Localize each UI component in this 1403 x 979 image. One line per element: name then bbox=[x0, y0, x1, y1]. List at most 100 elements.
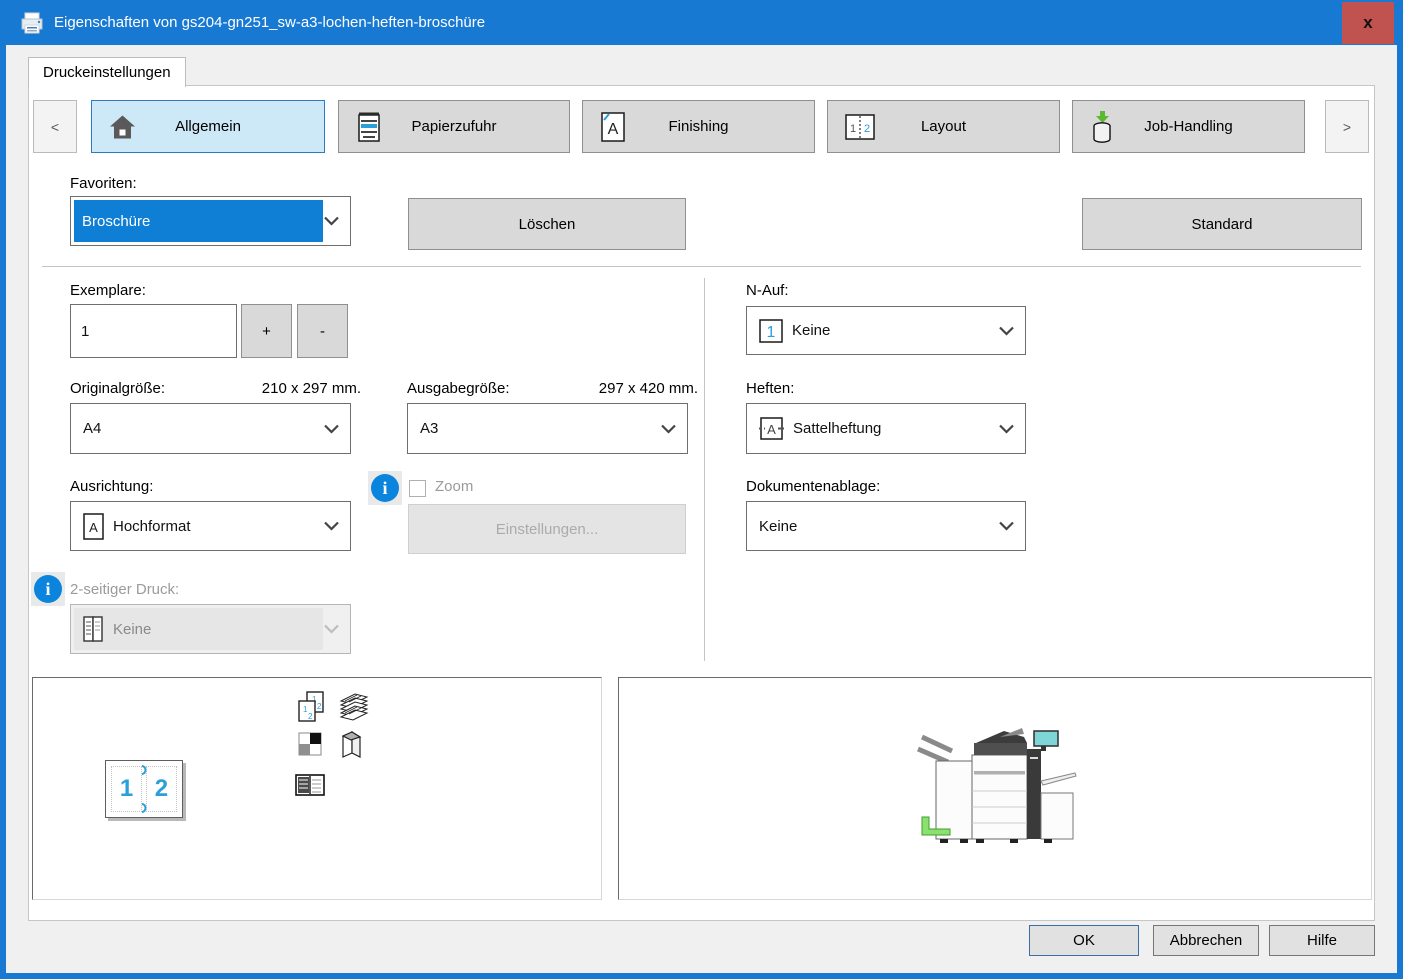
paper-stack-icon bbox=[338, 692, 370, 722]
svg-text:2: 2 bbox=[317, 702, 322, 711]
info-letter: i bbox=[45, 579, 50, 600]
tab-druckeinstellungen[interactable]: Druckeinstellungen bbox=[28, 57, 186, 87]
duplex-info-icon[interactable]: i bbox=[31, 572, 65, 606]
preview-page-number-1: 1 bbox=[120, 775, 133, 803]
favorites-select[interactable]: Broschüre bbox=[70, 196, 351, 246]
duplex-value: Keine bbox=[113, 621, 151, 638]
original-size-dimensions: 210 x 297 mm. bbox=[209, 380, 361, 397]
duplex-select[interactable]: Keine bbox=[70, 604, 351, 654]
nav-next-label: > bbox=[1343, 119, 1351, 135]
orientation-select[interactable]: A Hochformat bbox=[70, 501, 351, 551]
original-size-select[interactable]: A4 bbox=[70, 403, 351, 454]
folded-pamphlet-icon bbox=[339, 728, 363, 760]
nav-tab-papierzufuhr[interactable]: Papierzufuhr bbox=[338, 100, 570, 153]
grayscale-icon bbox=[298, 732, 322, 756]
staple-select[interactable]: A Sattelheftung bbox=[746, 403, 1026, 454]
storage-value: Keine bbox=[759, 518, 797, 535]
nav-prev-button[interactable]: < bbox=[33, 100, 77, 153]
nav-tab-layout[interactable]: 1 2 Layout bbox=[827, 100, 1060, 153]
copies-increment-button[interactable]: + bbox=[241, 304, 292, 358]
nup-one-page-icon: 1 bbox=[759, 319, 783, 343]
nup-select[interactable]: 1 Keine bbox=[746, 306, 1026, 355]
tab-label: Druckeinstellungen bbox=[43, 64, 171, 81]
chevron-down-icon bbox=[999, 522, 1014, 531]
titlebar: Eigenschaften von gs204-gn251_sw-a3-loch… bbox=[0, 0, 1403, 45]
copies-value: 1 bbox=[81, 323, 89, 340]
printer-illustration bbox=[914, 723, 1079, 853]
zoom-info-icon[interactable]: i bbox=[368, 471, 402, 505]
delete-favorite-label: Löschen bbox=[519, 216, 576, 233]
output-size-label: Ausgabegröße: bbox=[407, 380, 510, 397]
chevron-down-icon bbox=[999, 424, 1014, 433]
dialog-body: Druckeinstellungen < Allgemein bbox=[6, 45, 1397, 973]
original-size-label: Originalgröße: bbox=[70, 380, 165, 397]
original-size-value: A4 bbox=[83, 420, 101, 437]
booklet-icon bbox=[82, 615, 104, 643]
nav-tab-label: Job-Handling bbox=[1144, 118, 1232, 135]
output-size-value: A3 bbox=[420, 420, 438, 437]
saddle-stitch-icon: A bbox=[759, 416, 784, 441]
plus-icon: + bbox=[262, 323, 271, 340]
chevron-down-icon bbox=[324, 217, 339, 226]
zoom-checkbox[interactable] bbox=[409, 480, 426, 497]
preview-page-number-2: 2 bbox=[155, 775, 168, 803]
svg-text:A: A bbox=[89, 520, 98, 535]
layout-pages-icon: 1 2 bbox=[845, 114, 875, 140]
close-icon: x bbox=[1363, 13, 1372, 33]
printer-properties-window: Eigenschaften von gs204-gn251_sw-a3-loch… bbox=[0, 0, 1403, 979]
close-button[interactable]: x bbox=[1342, 2, 1394, 44]
storage-select[interactable]: Keine bbox=[746, 501, 1026, 551]
favorites-selected-value: Broschüre bbox=[74, 200, 323, 242]
chevron-down-icon bbox=[324, 522, 339, 531]
staple-mark-icon bbox=[141, 765, 147, 775]
duplex-label: 2-seitiger Druck: bbox=[70, 581, 179, 598]
collate-pages-icon: 1 2 1 2 bbox=[296, 690, 326, 724]
copies-decrement-button[interactable]: - bbox=[297, 304, 348, 358]
nav-next-button[interactable]: > bbox=[1325, 100, 1369, 153]
orientation-label: Ausrichtung: bbox=[70, 478, 153, 495]
copies-input[interactable]: 1 bbox=[70, 304, 237, 358]
delete-favorite-button[interactable]: Löschen bbox=[408, 198, 686, 250]
finishing-page-icon: A bbox=[600, 111, 626, 143]
printer-preview-panel bbox=[618, 677, 1372, 900]
zoom-label: Zoom bbox=[435, 478, 473, 495]
help-button[interactable]: Hilfe bbox=[1269, 925, 1375, 956]
nup-label: N-Auf: bbox=[746, 282, 789, 299]
svg-text:1: 1 bbox=[767, 324, 776, 341]
nav-tab-allgemein[interactable]: Allgemein bbox=[91, 100, 325, 153]
nav-tab-finishing[interactable]: A Finishing bbox=[582, 100, 815, 153]
svg-text:2: 2 bbox=[864, 123, 870, 135]
chevron-down-icon bbox=[661, 424, 676, 433]
cancel-button[interactable]: Abbrechen bbox=[1153, 925, 1259, 956]
standard-label: Standard bbox=[1192, 216, 1253, 233]
minus-icon: - bbox=[320, 323, 325, 340]
svg-text:A: A bbox=[767, 422, 776, 437]
storage-label: Dokumentenablage: bbox=[746, 478, 880, 495]
staple-mark-icon bbox=[141, 803, 147, 813]
nav-prev-label: < bbox=[51, 119, 59, 135]
orientation-value: Hochformat bbox=[113, 518, 191, 535]
ok-button[interactable]: OK bbox=[1029, 925, 1139, 956]
svg-text:1: 1 bbox=[850, 123, 856, 135]
chevron-down-icon bbox=[999, 326, 1014, 335]
nav-tab-job-handling[interactable]: Job-Handling bbox=[1072, 100, 1305, 153]
horizontal-separator bbox=[42, 266, 1361, 267]
ok-label: OK bbox=[1073, 932, 1095, 949]
cancel-label: Abbrechen bbox=[1170, 932, 1243, 949]
info-letter: i bbox=[382, 478, 387, 499]
zoom-settings-button[interactable]: Einstellungen... bbox=[408, 504, 686, 554]
nup-value: Keine bbox=[792, 322, 830, 339]
chevron-down-icon bbox=[324, 625, 339, 634]
duplex-selected-value: Keine bbox=[74, 608, 323, 650]
nav-tab-label: Allgemein bbox=[175, 118, 241, 135]
tab-page: < Allgemein Papierzufuhr bbox=[28, 85, 1375, 921]
standard-button[interactable]: Standard bbox=[1082, 198, 1362, 250]
job-stack-icon bbox=[1090, 110, 1116, 144]
booklet-page-preview: 1 2 bbox=[105, 760, 183, 818]
svg-text:2: 2 bbox=[308, 712, 313, 721]
open-book-icon bbox=[295, 774, 325, 796]
output-size-select[interactable]: A3 bbox=[407, 403, 688, 454]
output-size-dimensions: 297 x 420 mm. bbox=[549, 380, 698, 397]
nav-tab-label: Layout bbox=[921, 118, 966, 135]
paper-source-icon bbox=[356, 111, 382, 143]
